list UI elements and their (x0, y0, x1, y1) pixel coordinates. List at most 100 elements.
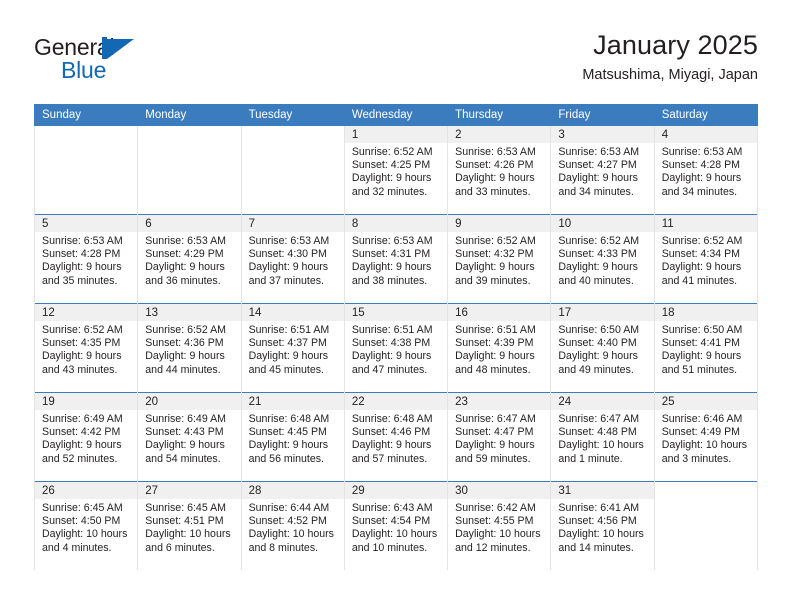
day-number: 29 (344, 482, 448, 499)
calendar-day-cell[interactable]: 25 Sunrise: 6:46 AM Sunset: 4:49 PM Dayligh… (653, 392, 759, 482)
day-number: 26 (35, 482, 138, 499)
calendar-day-cell[interactable]: 16 Sunrise: 6:51 AM Sunset: 4:39 PM Dayligh… (447, 303, 552, 393)
calendar-day-cell[interactable]: 15 Sunrise: 6:51 AM Sunset: 4:38 PM Dayligh… (343, 303, 449, 393)
day-number (654, 482, 757, 499)
calendar-table: Sunday Monday Tuesday Wednesday Thursday Frid… (33, 104, 759, 570)
column-header-monday: Monday (137, 104, 242, 126)
day-detail-line: and 6 minutes. (145, 541, 215, 554)
calendar-day-cell[interactable]: 19 Sunrise: 6:49 AM Sunset: 4:42 PM Dayligh… (33, 392, 139, 482)
calendar-day-cell[interactable]: 27 Sunrise: 6:45 AM Sunset: 4:51 PM Dayligh… (137, 481, 242, 570)
day-cell-inner: 25 Sunrise: 6:46 AM Sunset: 4:49 PM Dayligh… (654, 393, 757, 481)
calendar-day-cell[interactable]: 5 Sunrise: 6:53 AM Sunset: 4:28 PM Daylight… (33, 214, 139, 304)
day-details: Sunrise: 6:52 AM Sunset: 4:25 PM Daylight:… (345, 143, 447, 199)
calendar-day-cell[interactable]: 13 Sunrise: 6:52 AM Sunset: 4:36 PM Dayligh… (137, 303, 242, 393)
calendar-day-cell[interactable]: 22 Sunrise: 6:48 AM Sunset: 4:46 PM Dayligh… (343, 392, 449, 482)
day-detail-line: Sunrise: 6:50 AM (558, 324, 640, 336)
day-detail-line: Daylight: 9 hours (661, 350, 742, 363)
day-detail-line: Daylight: 9 hours (351, 439, 432, 452)
calendar-day-cell[interactable]: 4 Sunrise: 6:53 AM Sunset: 4:28 PM Daylight… (653, 126, 759, 215)
calendar-day-cell[interactable]: 7 Sunrise: 6:53 AM Sunset: 4:30 PM Daylight… (240, 214, 345, 304)
day-number: 21 (241, 393, 344, 410)
column-header-wednesday: Wednesday (343, 104, 449, 126)
day-detail-line: Sunset: 4:29 PM (145, 248, 224, 261)
day-cell-inner: 7 Sunrise: 6:53 AM Sunset: 4:30 PM Daylight… (241, 215, 344, 303)
calendar-day-cell[interactable]: 23 Sunrise: 6:47 AM Sunset: 4:47 PM Dayligh… (447, 392, 552, 482)
day-detail-line: Sunrise: 6:50 AM (661, 324, 743, 336)
day-detail-line: Daylight: 10 hours (455, 528, 541, 541)
day-detail-line: and 59 minutes. (455, 452, 531, 465)
calendar-day-cell[interactable]: 9 Sunrise: 6:52 AM Sunset: 4:32 PM Daylight… (447, 214, 552, 304)
day-number: 1 (344, 126, 448, 143)
day-detail-line: Daylight: 9 hours (661, 261, 742, 274)
day-number: 6 (138, 215, 241, 232)
day-detail-line: Sunrise: 6:52 AM (351, 146, 433, 158)
calendar-day-cell[interactable]: 3 Sunrise: 6:53 AM Sunset: 4:27 PM Daylight… (550, 126, 655, 215)
day-detail-line: Daylight: 9 hours (248, 261, 329, 274)
day-detail-line: Sunset: 4:41 PM (661, 337, 741, 350)
day-number: 30 (448, 482, 551, 499)
day-detail-line: Sunrise: 6:53 AM (42, 235, 123, 247)
day-details: Sunrise: 6:51 AM Sunset: 4:39 PM Daylight:… (448, 321, 550, 377)
calendar-week-row: 5 Sunrise: 6:53 AM Sunset: 4:28 PM Daylight… (33, 214, 759, 304)
brand-logo[interactable]: General Blue (34, 34, 174, 92)
day-number: 2 (448, 126, 551, 143)
day-details: Sunrise: 6:48 AM Sunset: 4:45 PM Daylight:… (242, 410, 344, 466)
day-detail-line: and 40 minutes. (558, 274, 634, 287)
day-details: Sunrise: 6:47 AM Sunset: 4:48 PM Daylight:… (551, 410, 653, 466)
day-detail-line: Sunrise: 6:53 AM (455, 146, 536, 158)
day-detail-line: Sunrise: 6:51 AM (248, 324, 330, 336)
day-detail-line: Daylight: 9 hours (455, 350, 535, 363)
calendar-day-cell[interactable]: 14 Sunrise: 6:51 AM Sunset: 4:37 PM Dayligh… (240, 303, 345, 393)
day-detail-line: Daylight: 9 hours (455, 172, 535, 185)
day-detail-line: Sunrise: 6:52 AM (42, 324, 123, 336)
calendar-week-row: 26 Sunrise: 6:45 AM Sunset: 4:50 PM Dayligh… (33, 481, 759, 570)
day-detail-line: and 54 minutes. (145, 452, 221, 465)
day-details: Sunrise: 6:43 AM Sunset: 4:54 PM Daylight:… (345, 499, 447, 555)
calendar-day-cell[interactable]: 20 Sunrise: 6:49 AM Sunset: 4:43 PM Dayligh… (137, 392, 242, 482)
day-details: Sunrise: 6:53 AM Sunset: 4:30 PM Daylight:… (242, 232, 344, 288)
calendar-day-cell[interactable]: 11 Sunrise: 6:52 AM Sunset: 4:34 PM Dayligh… (653, 214, 759, 304)
day-detail-line: Sunset: 4:28 PM (661, 159, 741, 172)
calendar-day-cell[interactable]: 10 Sunrise: 6:52 AM Sunset: 4:33 PM Dayligh… (550, 214, 655, 304)
day-details: Sunrise: 6:53 AM Sunset: 4:28 PM Daylight:… (35, 232, 137, 288)
day-detail-line: and 49 minutes. (558, 363, 634, 376)
calendar-day-cell[interactable]: 31 Sunrise: 6:41 AM Sunset: 4:56 PM Dayligh… (550, 481, 655, 570)
calendar-header-row: Sunday Monday Tuesday Wednesday Thursday Frid… (33, 104, 759, 126)
calendar-day-cell[interactable]: 26 Sunrise: 6:45 AM Sunset: 4:50 PM Dayligh… (33, 481, 139, 570)
calendar-day-cell[interactable]: 2 Sunrise: 6:53 AM Sunset: 4:26 PM Daylight… (447, 126, 552, 215)
day-detail-line: Daylight: 9 hours (661, 172, 742, 185)
day-detail-line: Sunrise: 6:42 AM (455, 502, 536, 514)
day-details: Sunrise: 6:52 AM Sunset: 4:32 PM Daylight:… (448, 232, 550, 288)
day-detail-line: Daylight: 9 hours (145, 261, 225, 274)
calendar-day-cell[interactable]: 6 Sunrise: 6:53 AM Sunset: 4:29 PM Daylight… (137, 214, 242, 304)
day-detail-line: Sunrise: 6:53 AM (351, 235, 433, 247)
calendar-day-cell[interactable]: 12 Sunrise: 6:52 AM Sunset: 4:35 PM Dayligh… (33, 303, 139, 393)
day-cell-inner: 14 Sunrise: 6:51 AM Sunset: 4:37 PM Dayligh… (241, 304, 344, 392)
day-detail-line: Sunset: 4:56 PM (558, 515, 637, 528)
day-detail-line: Sunrise: 6:52 AM (661, 235, 743, 247)
calendar-day-cell[interactable]: 17 Sunrise: 6:50 AM Sunset: 4:40 PM Dayligh… (550, 303, 655, 393)
calendar-day-cell[interactable]: 21 Sunrise: 6:48 AM Sunset: 4:45 PM Dayligh… (240, 392, 345, 482)
calendar-day-cell[interactable]: 18 Sunrise: 6:50 AM Sunset: 4:41 PM Dayligh… (653, 303, 759, 393)
day-detail-line: Sunrise: 6:53 AM (558, 146, 640, 158)
calendar-week-row: 19 Sunrise: 6:49 AM Sunset: 4:42 PM Dayligh… (33, 392, 759, 482)
day-detail-line: Sunset: 4:38 PM (351, 337, 431, 350)
day-cell-inner: 9 Sunrise: 6:52 AM Sunset: 4:32 PM Daylight… (448, 215, 551, 303)
calendar-day-cell[interactable]: 30 Sunrise: 6:42 AM Sunset: 4:55 PM Dayligh… (447, 481, 552, 570)
title-block: January 2025 Matsushima, Miyagi, Japan (582, 28, 758, 86)
day-detail-line: Sunrise: 6:52 AM (558, 235, 640, 247)
day-detail-line: Daylight: 9 hours (248, 439, 329, 452)
sail-triangle-icon (102, 37, 136, 81)
calendar-day-cell[interactable]: 24 Sunrise: 6:47 AM Sunset: 4:48 PM Dayligh… (550, 392, 655, 482)
calendar-day-cell[interactable]: 28 Sunrise: 6:44 AM Sunset: 4:52 PM Dayligh… (240, 481, 345, 570)
day-detail-line: Daylight: 9 hours (351, 172, 432, 185)
day-detail-line: and 56 minutes. (248, 452, 324, 465)
day-detail-line: and 35 minutes. (42, 274, 118, 287)
day-cell-inner (138, 126, 241, 214)
calendar-day-cell[interactable]: 29 Sunrise: 6:43 AM Sunset: 4:54 PM Dayligh… (343, 481, 449, 570)
calendar-day-cell[interactable]: 8 Sunrise: 6:53 AM Sunset: 4:31 PM Daylight… (343, 214, 449, 304)
calendar-day-cell[interactable]: 1 Sunrise: 6:52 AM Sunset: 4:25 PM Daylight… (343, 126, 449, 215)
day-detail-line: Sunset: 4:27 PM (558, 159, 637, 172)
day-detail-line: Sunrise: 6:44 AM (248, 502, 330, 514)
brand-name-secondary: Blue (61, 57, 107, 83)
